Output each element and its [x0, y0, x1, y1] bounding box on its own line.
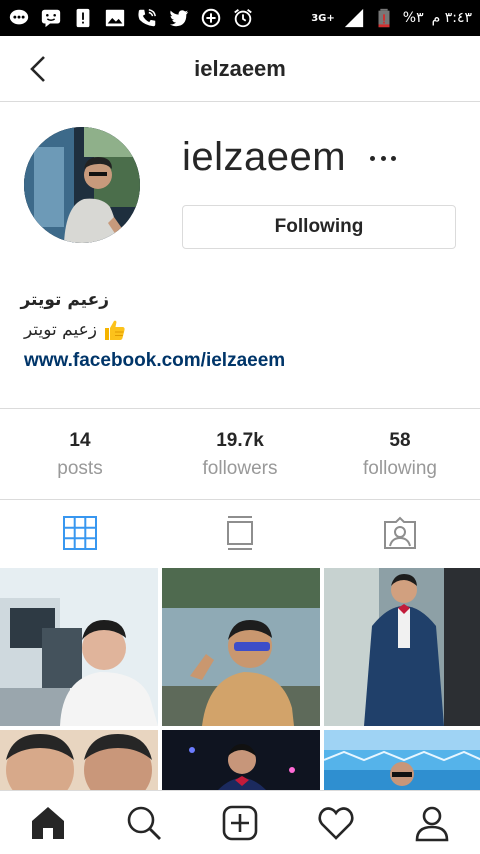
signal-icon: [343, 7, 365, 29]
search-icon: [127, 806, 161, 840]
photo-thumbnail[interactable]: [0, 568, 158, 726]
stat-followers-value: 19.7k: [216, 430, 264, 451]
network-type: 3G+: [311, 12, 335, 24]
wifi-call-icon: [136, 7, 158, 29]
add-post-icon: [222, 805, 258, 840]
photo-thumbnail[interactable]: [0, 730, 158, 790]
battery-percent: %٣: [402, 10, 424, 26]
stat-followers-label: followers: [202, 458, 278, 479]
profile-view-tabs: [0, 501, 480, 565]
messenger-icon: [40, 7, 62, 29]
stat-following-label: following: [363, 458, 437, 479]
data-saver-icon: [200, 7, 222, 29]
bio-website-link[interactable]: www.facebook.com/ielzaeem: [24, 350, 285, 372]
nav-profile[interactable]: [384, 791, 480, 854]
dot-icon: [370, 155, 375, 161]
photo-thumbnail[interactable]: [162, 730, 320, 790]
photo-thumbnail[interactable]: [162, 568, 320, 726]
photo-grid: [0, 568, 480, 790]
stat-posts[interactable]: 14 posts: [0, 409, 160, 499]
profile-stats: 14 posts 19.7k followers 58 following: [0, 408, 480, 500]
feed-icon: [227, 516, 253, 550]
more-options-button[interactable]: [370, 148, 396, 168]
clock: ٣:٤٣ م: [431, 10, 472, 26]
header-title: ielzaeem: [194, 55, 286, 81]
tagged-icon: [384, 516, 416, 549]
dot-icon: [380, 155, 386, 161]
profile-header: ielzaeem: [0, 36, 480, 102]
nav-activity[interactable]: [288, 791, 384, 854]
nav-add-post[interactable]: [192, 791, 288, 854]
bio-text: زعيم تويتر: [24, 318, 127, 342]
status-bar: 3G+ %٣ ٣:٤٣ م: [0, 0, 480, 36]
heart-icon: [318, 806, 354, 840]
twitter-icon: [168, 7, 190, 29]
bio-name: زعيم تويتر: [20, 290, 109, 310]
thumbs-up-icon: [104, 320, 125, 340]
stat-followers[interactable]: 19.7k followers: [160, 409, 320, 499]
stat-following[interactable]: 58 following: [320, 409, 480, 499]
tab-grid[interactable]: [0, 501, 160, 565]
chat-icon: [8, 7, 30, 29]
photo-thumbnail[interactable]: [324, 568, 480, 726]
alarm-icon: [232, 7, 254, 29]
bio-text-content: زعيم تويتر: [24, 320, 97, 340]
profile-username: ielzaeem: [182, 135, 347, 179]
stat-posts-value: 14: [69, 430, 91, 451]
nav-home[interactable]: [0, 791, 96, 854]
following-button[interactable]: Following: [182, 205, 456, 249]
profile-avatar[interactable]: [24, 127, 140, 243]
photo-thumbnail[interactable]: [324, 730, 480, 790]
profile-icon: [415, 806, 449, 841]
stat-following-value: 58: [389, 430, 411, 451]
bottom-navigation: [0, 790, 480, 854]
stat-posts-label: posts: [57, 458, 103, 479]
tab-tagged[interactable]: [320, 501, 480, 565]
tab-feed[interactable]: [160, 501, 320, 565]
nav-search[interactable]: [96, 791, 192, 854]
home-icon: [32, 806, 64, 839]
image-icon: [104, 7, 126, 29]
chevron-left-icon: [30, 56, 45, 82]
alert-icon: [72, 7, 94, 29]
grid-icon: [63, 516, 97, 550]
back-button[interactable]: [24, 54, 54, 84]
battery-icon: [373, 7, 395, 29]
dot-icon: [391, 155, 396, 161]
